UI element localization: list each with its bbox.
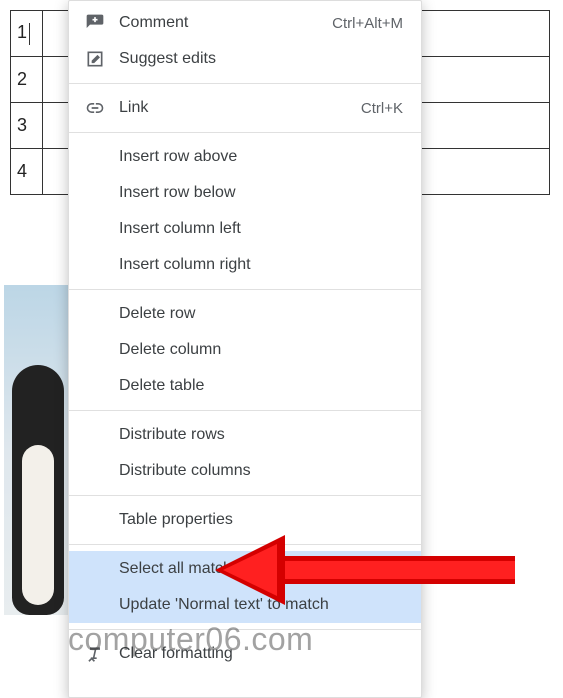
menu-delete-row[interactable]: Delete row	[69, 296, 421, 332]
menu-divider	[69, 629, 421, 630]
menu-divider	[69, 544, 421, 545]
menu-label: Link	[119, 99, 361, 117]
menu-delete-column[interactable]: Delete column	[69, 332, 421, 368]
menu-label: Distribute columns	[119, 462, 403, 480]
table-cell-2[interactable]: 2	[11, 57, 43, 103]
menu-label: Update 'Normal text' to match	[119, 596, 403, 614]
menu-delete-table[interactable]: Delete table	[69, 368, 421, 404]
penguin-image	[4, 285, 69, 615]
menu-insert-column-left[interactable]: Insert column left	[69, 211, 421, 247]
menu-label: Insert column left	[119, 220, 403, 238]
menu-shortcut: Ctrl+Alt+M	[332, 15, 403, 32]
clear-formatting-icon	[85, 644, 105, 664]
menu-distribute-rows[interactable]: Distribute rows	[69, 417, 421, 453]
menu-suggest-edits[interactable]: Suggest edits	[69, 41, 421, 77]
menu-insert-column-right[interactable]: Insert column right	[69, 247, 421, 283]
menu-label: Delete row	[119, 305, 403, 323]
menu-divider	[69, 410, 421, 411]
menu-insert-row-above[interactable]: Insert row above	[69, 139, 421, 175]
menu-update-normal-text[interactable]: Update 'Normal text' to match	[69, 587, 421, 623]
comment-icon	[85, 13, 105, 33]
menu-link[interactable]: Link Ctrl+K	[69, 90, 421, 126]
menu-label: Distribute rows	[119, 426, 403, 444]
menu-label: Delete table	[119, 377, 403, 395]
table-cell-4[interactable]: 4	[11, 149, 43, 195]
menu-table-properties[interactable]: Table properties	[69, 502, 421, 538]
menu-divider	[69, 132, 421, 133]
table-cell-1[interactable]: 1	[11, 11, 43, 57]
menu-comment[interactable]: Comment Ctrl+Alt+M	[69, 5, 421, 41]
menu-divider	[69, 495, 421, 496]
menu-label: Suggest edits	[119, 50, 403, 68]
menu-label: Insert row above	[119, 148, 403, 166]
table-cell-3[interactable]: 3	[11, 103, 43, 149]
menu-label: Comment	[119, 14, 332, 32]
menu-label: Insert column right	[119, 256, 403, 274]
menu-clear-formatting[interactable]: Clear formatting	[69, 636, 421, 672]
menu-distribute-columns[interactable]: Distribute columns	[69, 453, 421, 489]
menu-label: Table properties	[119, 511, 403, 529]
link-icon	[85, 98, 105, 118]
menu-insert-row-below[interactable]: Insert row below	[69, 175, 421, 211]
menu-label: Delete column	[119, 341, 403, 359]
menu-label: Clear formatting	[119, 645, 403, 663]
context-menu: Comment Ctrl+Alt+M Suggest edits Link Ct…	[68, 0, 422, 698]
menu-label: Insert row below	[119, 184, 403, 202]
menu-select-matching-text[interactable]: Select all matching text	[69, 551, 421, 587]
menu-divider	[69, 83, 421, 84]
menu-shortcut: Ctrl+K	[361, 100, 403, 117]
menu-label: Select all matching text	[119, 560, 403, 578]
text-cursor	[29, 23, 30, 45]
menu-divider	[69, 289, 421, 290]
suggest-edits-icon	[85, 49, 105, 69]
